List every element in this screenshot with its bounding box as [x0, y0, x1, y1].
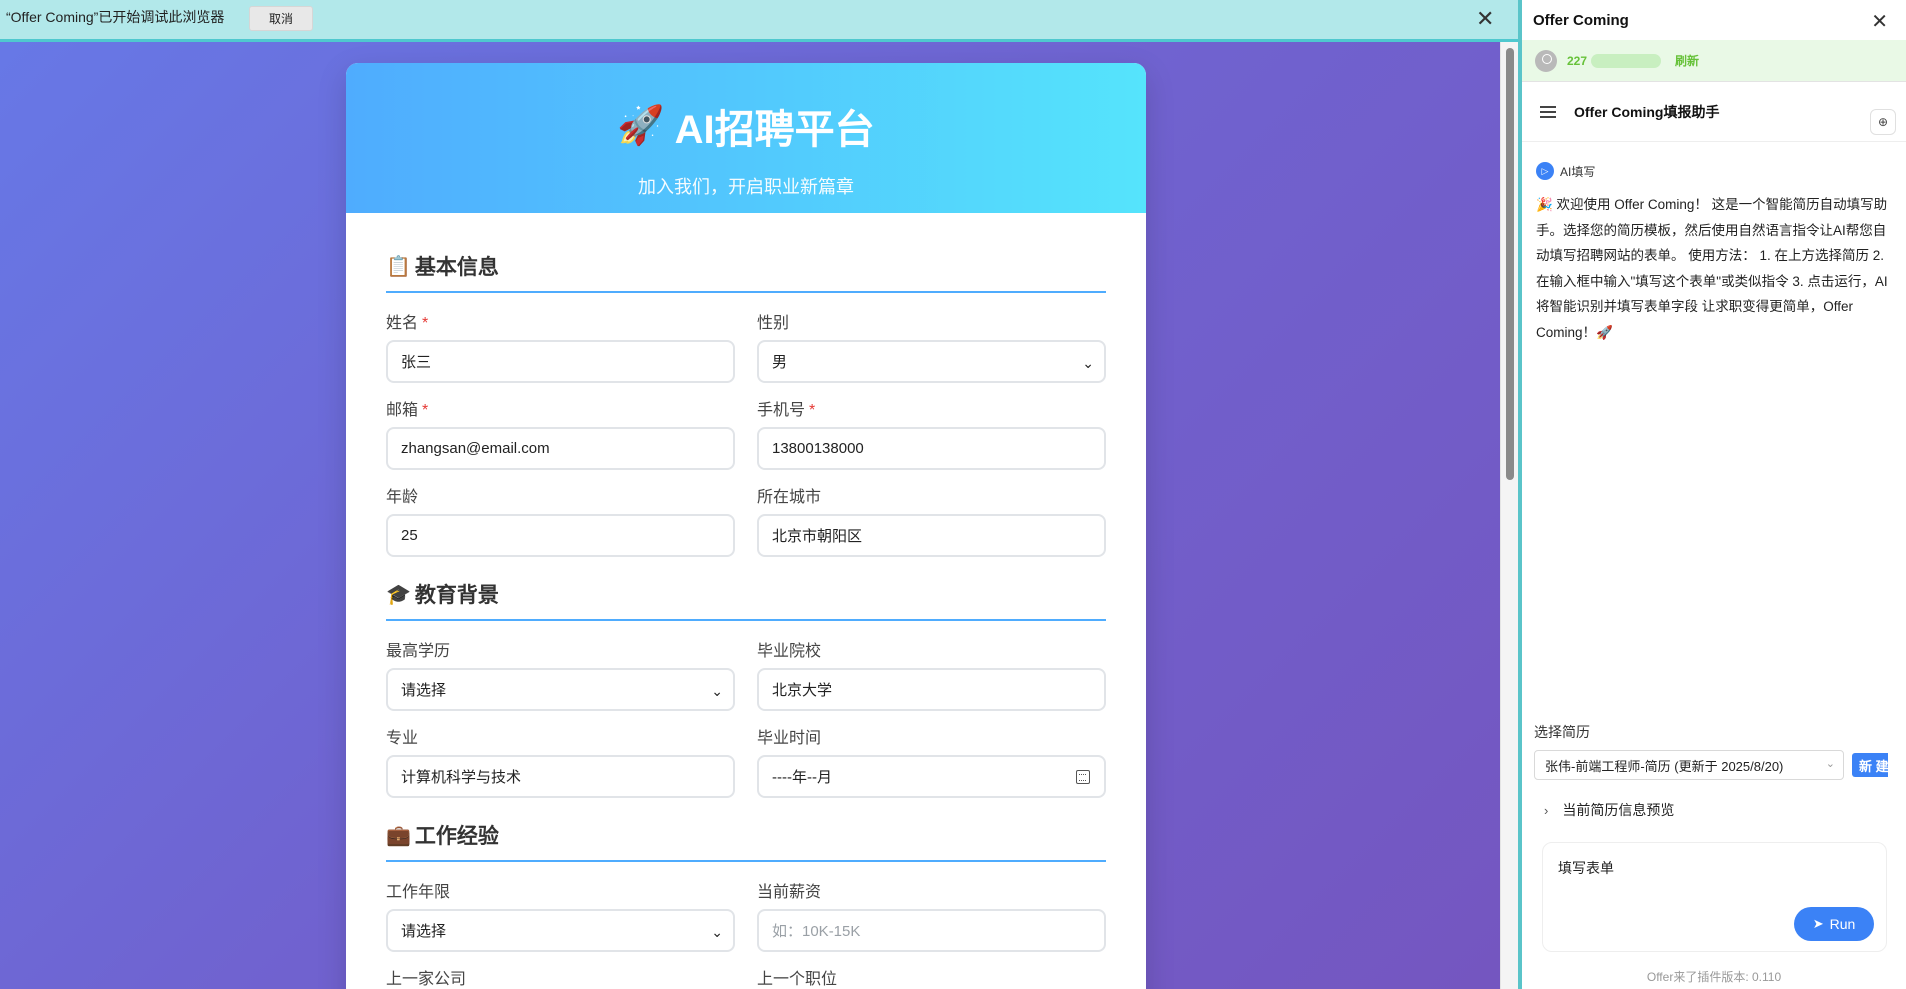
- briefcase-icon: 💼: [386, 824, 411, 847]
- application-form-card: 🚀 AI招聘平台 加入我们，开启职业新篇章 📋 基本信息 姓名 * 张三 性别 男: [346, 63, 1146, 989]
- salary-field[interactable]: 如：10K-15K: [757, 909, 1106, 952]
- message-text: 🎉 欢迎使用 Offer Coming！ 这是一个智能简历自动填写助手。选择您的…: [1536, 197, 1888, 340]
- menu-icon[interactable]: [1540, 105, 1556, 118]
- chevron-down-icon: ⌄: [711, 924, 723, 940]
- section-basic-info: 📋 基本信息: [386, 251, 1106, 293]
- last-position-label: 上一个职位: [757, 971, 838, 988]
- degree-label: 最高学历: [386, 643, 451, 660]
- school-label: 毕业院校: [757, 643, 822, 660]
- calendar-icon[interactable]: [1076, 770, 1090, 784]
- last-company-label: 上一家公司: [386, 971, 467, 988]
- resume-preview-toggle[interactable]: › 当前简历信息预览: [1544, 800, 1906, 820]
- new-resume-button[interactable]: 新 建: [1852, 753, 1888, 777]
- salary-label: 当前薪资: [757, 884, 822, 901]
- school-field[interactable]: 北京大学: [757, 668, 1106, 711]
- avatar: [1535, 49, 1557, 72]
- page-title-text: AI招聘平台: [674, 108, 875, 152]
- section-title-text: 工作经验: [414, 825, 499, 848]
- new-chat-icon[interactable]: ⊕: [1870, 109, 1896, 135]
- page-title: 🚀 AI招聘平台: [346, 63, 1146, 155]
- close-icon[interactable]: ✕: [1476, 8, 1494, 30]
- section-education: 🎓 教育背景: [386, 579, 1106, 621]
- grad-time-label: 毕业时间: [757, 730, 822, 747]
- age-label: 年龄: [386, 489, 419, 506]
- debug-message: “Offer Coming”已开始调试此浏览器: [6, 8, 225, 25]
- user-id: 227: [1567, 53, 1588, 68]
- panel-header: Offer Coming ✕: [1522, 0, 1906, 40]
- send-icon: ➤: [1812, 916, 1824, 931]
- page-background: 🚀 AI招聘平台 加入我们，开启职业新篇章 📋 基本信息 姓名 * 张三 性别 男: [0, 42, 1500, 989]
- application-form: 📋 基本信息 姓名 * 张三 性别 男 ⌄ 邮箱 * zhangsan@emai…: [346, 213, 1146, 989]
- user-bar: 227 刷新: [1522, 40, 1906, 82]
- section-work-experience: 💼 工作经验: [386, 820, 1106, 862]
- redacted-user-info: [1591, 53, 1662, 68]
- bot-icon: ▷: [1536, 162, 1554, 180]
- prompt-input[interactable]: 填写表单 ➤ Run: [1542, 842, 1887, 952]
- name-field[interactable]: 张三: [386, 340, 735, 383]
- extension-side-panel: Offer Coming ✕ 227 刷新 Offer Coming填报助手 ⊕…: [1518, 0, 1906, 989]
- clipboard-icon: 📋: [386, 255, 411, 278]
- work-years-label: 工作年限: [386, 884, 451, 901]
- message-author: ▷ AI填写: [1536, 162, 1892, 180]
- chevron-down-icon: ⌄: [711, 683, 723, 699]
- resume-label: 选择简历: [1534, 724, 1590, 740]
- section-title-text: 基本信息: [414, 256, 499, 279]
- city-field[interactable]: 北京市朝阳区: [757, 514, 1106, 557]
- degree-select[interactable]: 请选择 ⌄: [386, 668, 735, 711]
- graduation-cap-icon: 🎓: [386, 583, 411, 606]
- refresh-link[interactable]: 刷新: [1675, 52, 1699, 69]
- section-title-text: 教育背景: [414, 584, 499, 607]
- version-text: Offer来了插件版本: 0.110: [1646, 970, 1782, 984]
- resume-selector-section: 选择简历 张伟-前端工程师-简历 (更新于 2025/8/20) ⌄ 新 建 ›…: [1534, 722, 1906, 820]
- email-field[interactable]: zhangsan@email.com: [386, 427, 735, 470]
- grad-time-field[interactable]: ----年--月: [757, 755, 1106, 798]
- rocket-icon: 🚀: [617, 105, 665, 147]
- chevron-down-icon: ⌄: [1825, 758, 1835, 770]
- chevron-right-icon: ›: [1544, 802, 1549, 818]
- resume-select[interactable]: 张伟-前端工程师-简历 (更新于 2025/8/20) ⌄: [1534, 750, 1844, 780]
- gender-select[interactable]: 男 ⌄: [757, 340, 1106, 383]
- close-icon[interactable]: ✕: [1871, 9, 1888, 34]
- page-subtitle: 加入我们，开启职业新篇章: [638, 177, 854, 197]
- age-field[interactable]: 25: [386, 514, 735, 557]
- work-years-select[interactable]: 请选择 ⌄: [386, 909, 735, 952]
- debug-notification-bar: “Offer Coming”已开始调试此浏览器 取消 ✕: [0, 0, 1518, 42]
- name-label: 姓名 *: [386, 315, 429, 332]
- phone-field[interactable]: 13800138000: [757, 427, 1106, 470]
- city-label: 所在城市: [757, 489, 822, 506]
- major-field[interactable]: 计算机科学与技术: [386, 755, 735, 798]
- scrollbar-thumb[interactable]: [1506, 48, 1514, 480]
- run-button[interactable]: ➤ Run: [1794, 907, 1874, 941]
- page-scrollbar[interactable]: [1500, 42, 1518, 989]
- cancel-debug-button[interactable]: 取消: [249, 6, 313, 31]
- email-label: 邮箱 *: [386, 402, 429, 419]
- gender-label: 性别: [757, 315, 790, 332]
- assistant-title: Offer Coming填报助手: [1574, 103, 1720, 120]
- assistant-message: ▷ AI填写 🎉 欢迎使用 Offer Coming！ 这是一个智能简历自动填写…: [1522, 142, 1906, 345]
- phone-label: 手机号 *: [757, 402, 816, 419]
- chevron-down-icon: ⌄: [1082, 355, 1094, 371]
- major-label: 专业: [386, 730, 419, 747]
- assistant-header: Offer Coming填报助手 ⊕: [1522, 82, 1906, 142]
- panel-title: Offer Coming: [1533, 11, 1629, 29]
- card-header: 🚀 AI招聘平台 加入我们，开启职业新篇章: [346, 63, 1146, 213]
